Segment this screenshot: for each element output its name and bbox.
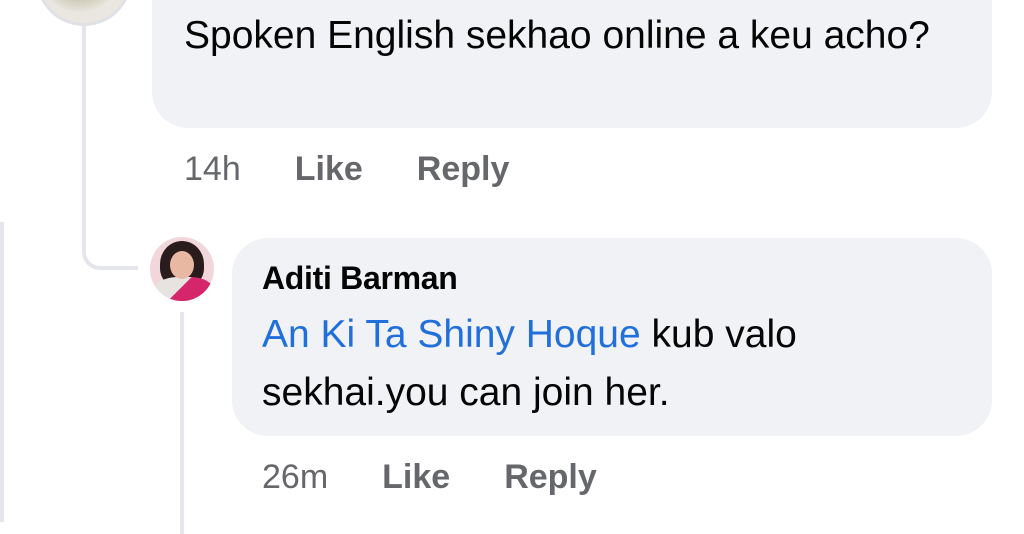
- reply-comment-bubble: Aditi Barman An Ki Ta Shiny Hoque kub va…: [232, 238, 992, 436]
- reply-timestamp[interactable]: 26m: [262, 458, 328, 497]
- parent-comment-bubble: Spoken English sekhao online a keu acho?: [152, 0, 992, 128]
- reply-thread-line: [180, 312, 184, 534]
- parent-comment-actions: 14h Like Reply: [184, 150, 509, 189]
- reply-comment-actions: 26m Like Reply: [262, 458, 597, 497]
- reply-button[interactable]: Reply: [504, 458, 597, 497]
- comment-thread: Spoken English sekhao online a keu acho?…: [0, 0, 1024, 534]
- like-button[interactable]: Like: [295, 150, 363, 189]
- thread-connector-line: [82, 0, 138, 270]
- thread-edge-line: [0, 222, 4, 522]
- parent-comment-text: Spoken English sekhao online a keu acho?: [184, 14, 930, 57]
- reply-author-name[interactable]: Aditi Barman: [262, 260, 458, 297]
- mention-link[interactable]: An Ki Ta Shiny Hoque: [262, 313, 641, 356]
- reply-author-avatar[interactable]: [150, 237, 214, 301]
- comment-timestamp[interactable]: 14h: [184, 150, 241, 189]
- reply-comment-text: An Ki Ta Shiny Hoque kub valo sekhai.you…: [262, 306, 962, 422]
- reply-button[interactable]: Reply: [417, 150, 510, 189]
- like-button[interactable]: Like: [382, 458, 450, 497]
